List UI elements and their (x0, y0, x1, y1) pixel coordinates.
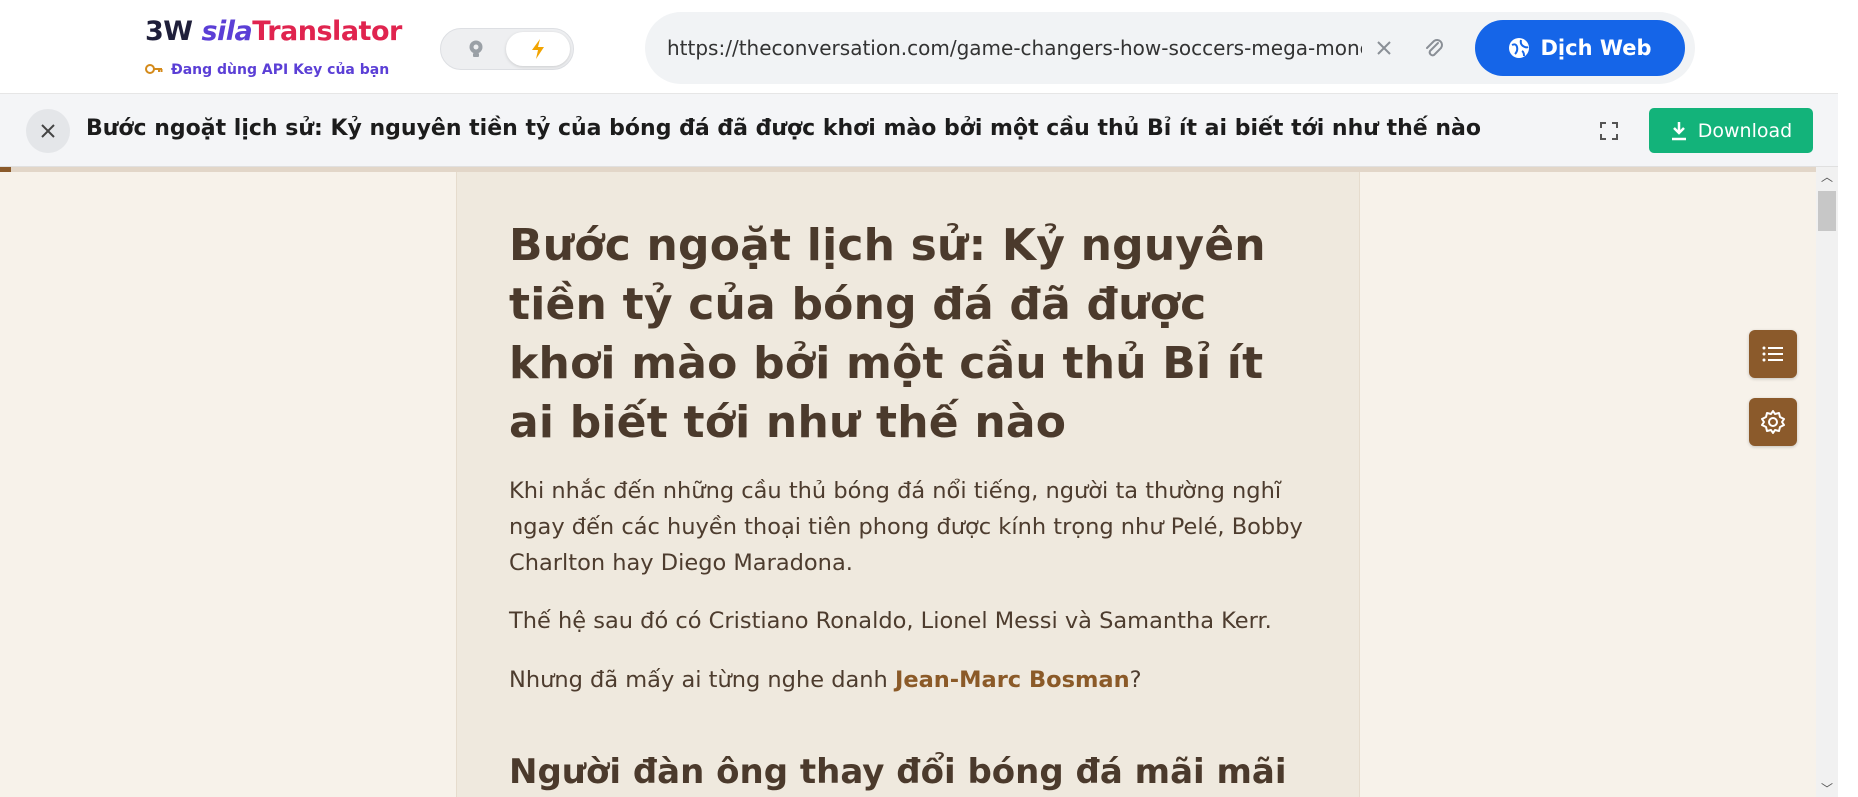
key-icon (145, 61, 163, 79)
fullscreen-icon (1600, 122, 1618, 140)
close-icon (41, 124, 55, 138)
url-bar: https://theconversation.com/game-changer… (645, 12, 1695, 84)
document-bar: Bước ngoặt lịch sử: Kỷ nguyên tiền tỷ củ… (0, 94, 1858, 167)
bulb-icon (469, 40, 483, 57)
content-area: Bước ngoặt lịch sử: Kỷ nguyên tiền tỷ củ… (0, 172, 1816, 797)
close-icon (1377, 41, 1391, 55)
close-document-button[interactable] (26, 109, 70, 153)
download-button[interactable]: Download (1649, 108, 1813, 153)
gear-icon (1761, 410, 1785, 434)
settings-button[interactable] (1749, 398, 1797, 446)
download-icon (1671, 121, 1686, 140)
scroll-thumb[interactable] (1818, 191, 1836, 231)
app-logo[interactable]: 3W silaTranslator (145, 16, 402, 47)
download-label: Download (1697, 119, 1793, 142)
article: Bước ngoặt lịch sử: Kỷ nguyên tiền tỷ củ… (456, 172, 1360, 797)
lightning-icon (532, 39, 544, 59)
article-heading: Bước ngoặt lịch sử: Kỷ nguyên tiền tỷ củ… (509, 220, 1266, 448)
translate-web-label: Dịch Web (1540, 36, 1652, 60)
window-edge (1838, 0, 1858, 797)
api-key-status: Đang dùng API Key của bạn (145, 61, 389, 79)
mode-toggle[interactable] (440, 28, 574, 70)
fullscreen-button[interactable] (1596, 118, 1622, 144)
bosman-link[interactable]: Jean-Marc Bosman (895, 667, 1130, 693)
article-paragraph: Khi nhắc đến những cầu thủ bóng đá nổi t… (509, 478, 1303, 576)
article-paragraph: Thế hệ sau đó có Cristiano Ronaldo, Lion… (509, 608, 1272, 634)
clear-url-button[interactable] (1370, 34, 1398, 62)
api-key-label: Đang dùng API Key của bạn (171, 62, 390, 78)
document-title: Bước ngoặt lịch sử: Kỷ nguyên tiền tỷ củ… (86, 116, 1481, 141)
vertical-scrollbar[interactable]: ︿ ﹀ (1816, 167, 1838, 797)
translate-web-button[interactable]: Dịch Web (1475, 20, 1685, 76)
paperclip-icon (1426, 39, 1443, 57)
mode-option-lightning[interactable] (506, 32, 570, 66)
article-subheading: Người đàn ông thay đổi bóng đá mãi mãi (509, 752, 1287, 792)
article-paragraph: Nhưng đã mấy ai từng nghe danh Jean-Marc… (509, 667, 1142, 693)
attach-button[interactable] (1420, 34, 1448, 62)
top-bar: 3W silaTranslator Đang dùng API Key của … (0, 0, 1858, 94)
table-of-contents-button[interactable] (1749, 330, 1797, 378)
list-icon (1762, 346, 1783, 362)
scroll-down-arrow[interactable]: ﹀ (1816, 779, 1838, 797)
mode-option-bulb[interactable] (444, 32, 508, 66)
url-input[interactable]: https://theconversation.com/game-changer… (667, 34, 1362, 62)
globe-icon (1509, 38, 1530, 58)
scroll-up-arrow[interactable]: ︿ (1816, 167, 1838, 185)
